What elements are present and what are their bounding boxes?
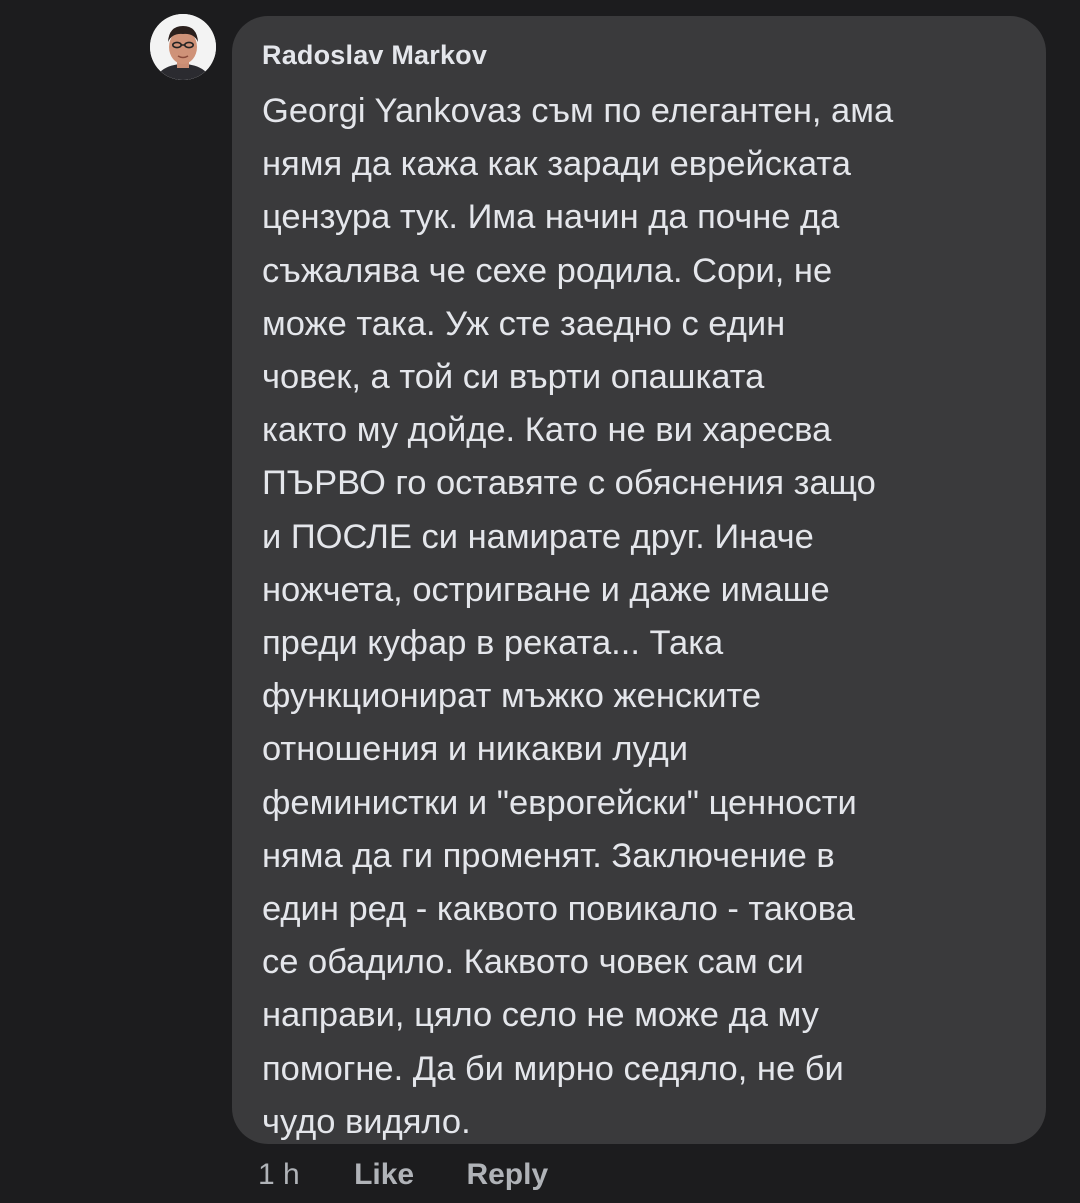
avatar-photo <box>150 14 216 80</box>
reply-button[interactable]: Reply <box>466 1158 548 1192</box>
comment-actions: 1 h Like Reply <box>258 1158 548 1194</box>
comment-text-line: чудо видяло. <box>262 1102 471 1141</box>
comment-text-line: помогне. Да би мирно седяло, не би <box>262 1049 844 1088</box>
comment-text-line: нямя да кажа как заради еврейската <box>262 145 851 184</box>
comment-text: Georgi Yankovаз съм по елегантен, ама ням… <box>262 85 1032 1149</box>
comment-text-line: няма да ги променят. Заключение в <box>262 836 835 875</box>
comment-text-line: съжалява че сехе родила. Сори, не <box>262 251 833 290</box>
comment-text-line: функционират мъжко женските <box>262 677 762 716</box>
comment-text-line: се обадило. Каквото човек сам си <box>262 943 804 982</box>
comment-text-line: отношения и никакви луди <box>262 730 689 769</box>
comment-text-line: Georgi Yankovаз съм по елегантен, ама <box>262 92 894 130</box>
comment-text-line: феминистки и "еврогейски" ценности <box>262 783 857 822</box>
comment-text-line: ПЪРВО го оставяте с обяснения защо <box>262 464 876 503</box>
comment-text-line: и ПОСЛЕ си намирате друг. Иначе <box>262 517 814 556</box>
comment-text-line: преди куфар в реката... Така <box>262 624 724 663</box>
comment-text-line: направи, цяло село не може да му <box>262 996 819 1035</box>
comment-author[interactable]: Radoslav Markov <box>262 40 487 71</box>
comment-text-line: ножчета, остригване и даже имаше <box>262 570 830 609</box>
comment-text-line: човек, а той си върти опашката <box>262 358 765 397</box>
comment-text-line: може така. Уж сте заедно с един <box>262 304 786 343</box>
comment-text-line: както му дойде. Като не ви харесва <box>262 411 832 450</box>
like-button[interactable]: Like <box>354 1158 414 1192</box>
comment-text-line: цензура тук. Има начин да почне да <box>262 198 840 237</box>
author-avatar[interactable] <box>150 14 216 80</box>
comment-text-line: един ред - каквото повикало - такова <box>262 890 855 929</box>
comment-timestamp[interactable]: 1 h <box>258 1158 300 1192</box>
